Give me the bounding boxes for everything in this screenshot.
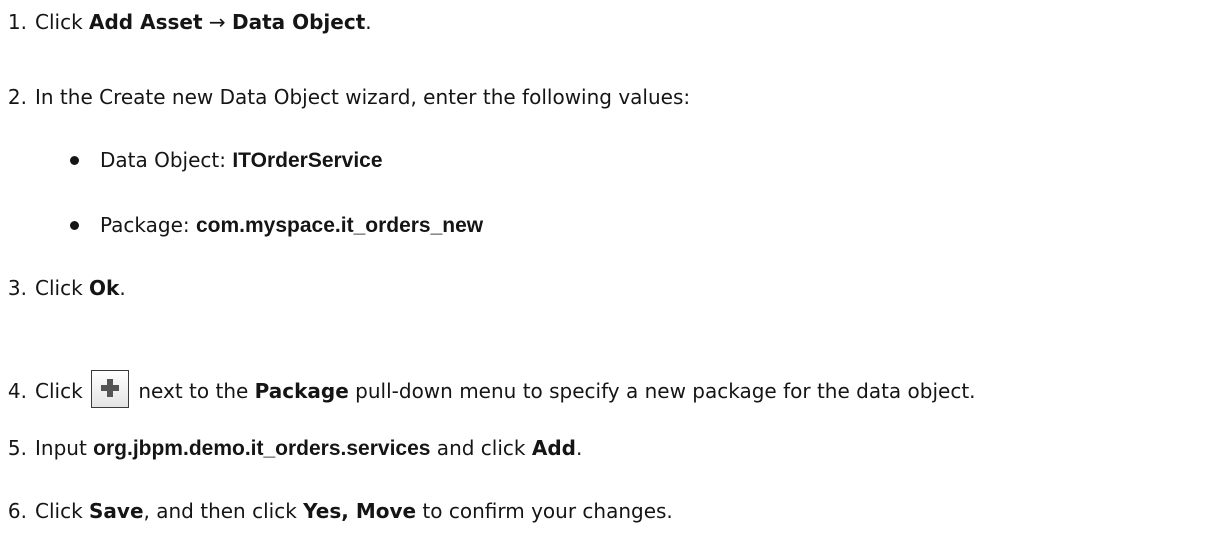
step-text: Click	[35, 10, 90, 34]
step-number: 6.	[7, 499, 27, 523]
bullet-value: ITOrderService	[232, 149, 383, 172]
step-text: to confirm your changes.	[416, 499, 673, 523]
bullet-dot-icon	[70, 156, 79, 165]
step-number: 3.	[7, 276, 27, 300]
ui-label-ok: Ok	[89, 276, 120, 300]
ui-label-save: Save	[89, 499, 144, 523]
ui-label-add-asset: Add Asset	[89, 10, 203, 34]
step-number: 4.	[7, 379, 27, 403]
ui-label-add: Add	[531, 436, 576, 460]
bullet-label: Package:	[100, 213, 196, 237]
bullet-label: Data Object:	[100, 148, 233, 172]
step-text: In the Create new Data Object wizard, en…	[35, 85, 691, 109]
ui-label-data-object: Data Object	[232, 10, 366, 34]
step-text: , and then click	[143, 499, 304, 523]
step-text: Click	[35, 499, 90, 523]
step-number: 2.	[7, 85, 27, 109]
step-text: →	[202, 10, 232, 34]
step-text: Click	[35, 276, 90, 300]
step-3: 3. Click Ok.	[0, 276, 126, 300]
step-number: 1.	[7, 10, 27, 34]
step-number: 5.	[7, 436, 27, 460]
step-1: 1. Click Add Asset → Data Object.	[0, 10, 372, 34]
ui-label-yes-move: Yes, Move	[303, 499, 417, 523]
step-text: .	[365, 10, 372, 34]
step-6: 6. Click Save, and then click Yes, Move t…	[0, 499, 673, 523]
step-text: pull-down menu to specify a new package …	[348, 379, 976, 403]
step-text: Input	[35, 436, 94, 460]
step-text: Click	[35, 379, 90, 403]
package-name-code: org.jbpm.demo.it_orders.services	[93, 437, 431, 460]
step-text: .	[575, 436, 583, 460]
ui-label-package: Package	[254, 379, 349, 403]
plus-icon	[91, 370, 130, 408]
bullet-package: Package: com.myspace.it_orders_new	[70, 213, 483, 238]
bullet-data-object: Data Object: ITOrderService	[70, 148, 383, 173]
step-text: .	[119, 276, 126, 300]
step-5: 5. Input org.jbpm.demo.it_orders.services…	[0, 436, 582, 461]
step-text: next to the	[132, 379, 255, 403]
step-2: 2. In the Create new Data Object wizard, …	[0, 85, 690, 109]
step-text: and click	[430, 436, 532, 460]
step-4: 4. Click next to the Package pull-down me…	[0, 370, 976, 408]
bullet-dot-icon	[70, 221, 79, 230]
bullet-value: com.myspace.it_orders_new	[196, 214, 484, 237]
